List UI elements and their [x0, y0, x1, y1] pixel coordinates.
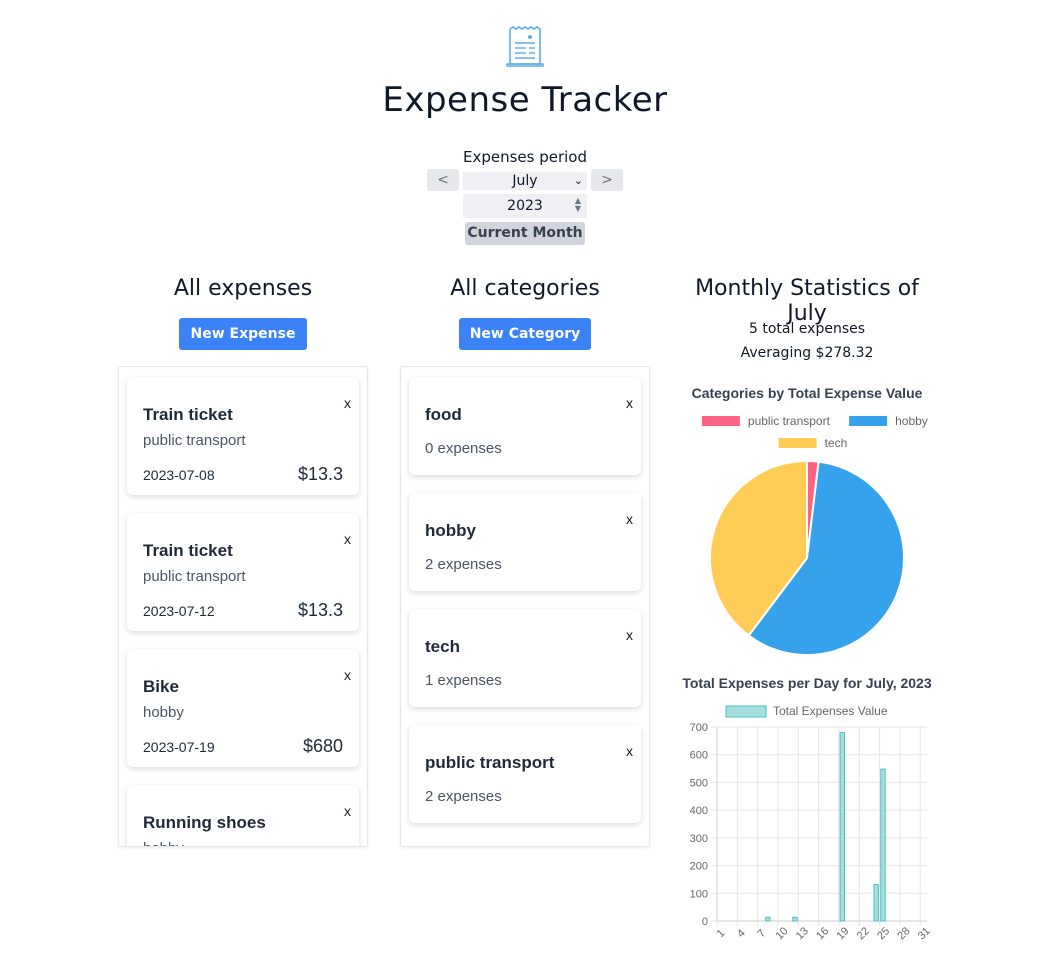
x-tick-label: 31 — [916, 925, 933, 942]
period-label: Expenses period — [462, 148, 588, 166]
x-tick-label: 13 — [794, 925, 811, 942]
x-tick-label: 10 — [773, 925, 790, 942]
x-tick-label: 28 — [895, 925, 912, 942]
delete-category-button[interactable]: x — [626, 743, 633, 759]
expense-date: 2023-07-08 — [143, 467, 215, 483]
x-tick-label: 16 — [814, 925, 831, 942]
expense-name: Train ticket — [143, 405, 233, 424]
total-expenses-text: 5 total expenses — [748, 321, 866, 337]
expense-amount: $13.3 — [297, 464, 343, 484]
expense-card[interactable]: x Train ticket public transport 2023-07-… — [127, 377, 359, 495]
bar — [873, 883, 879, 922]
bar — [765, 916, 771, 922]
categories-list[interactable]: x food 0 expenses x hobby 2 expenses x t… — [400, 366, 650, 847]
expense-card[interactable]: x Running shoes hobby — [127, 785, 359, 846]
y-tick-label: 700 — [690, 722, 708, 734]
delete-expense-button[interactable]: x — [344, 667, 351, 683]
expenses-title: All expenses — [173, 276, 313, 301]
expense-name: Bike — [143, 677, 179, 696]
delete-expense-button[interactable]: x — [344, 531, 351, 547]
expense-date: 2023-07-12 — [143, 603, 215, 619]
y-tick-label: 500 — [690, 777, 708, 789]
expense-date: 2023-07-19 — [143, 739, 215, 755]
receipt-icon — [506, 26, 544, 68]
legend-label: public transport — [748, 414, 831, 428]
category-name: tech — [425, 637, 460, 656]
prev-month-button[interactable]: < — [427, 169, 459, 191]
y-tick-label: 200 — [690, 861, 708, 873]
bar-chart-title: Total Expenses per Day for July, 2023 — [682, 675, 932, 691]
current-month-button[interactable]: Current Month — [465, 222, 585, 245]
legend-swatch — [778, 438, 817, 448]
expense-category: public transport — [143, 432, 246, 449]
bar-chart: Total Expenses Value 0 100 200 300 400 500 600 7… — [690, 704, 933, 942]
spinner-icon[interactable]: ▲ ▼ — [575, 197, 581, 213]
expense-category: public transport — [143, 568, 246, 585]
month-select[interactable]: July ⌄ — [463, 172, 587, 190]
new-category-button[interactable]: New Category — [459, 318, 591, 350]
y-tick-label: 600 — [690, 750, 708, 762]
bar — [839, 732, 846, 922]
category-card[interactable]: x tech 1 expenses — [409, 609, 641, 707]
y-tick-label: 100 — [690, 888, 708, 900]
category-name: public transport — [425, 753, 555, 772]
legend-label: tech — [825, 436, 848, 450]
pie-chart: public transport hobby tech — [701, 414, 928, 656]
legend-swatch — [725, 705, 767, 718]
legend-label: Total Expenses Value — [773, 704, 888, 718]
x-tick-label: 19 — [834, 925, 851, 942]
y-tick-label: 300 — [690, 833, 708, 845]
expense-card[interactable]: x Train ticket public transport 2023-07-… — [127, 513, 359, 631]
legend-swatch — [849, 416, 888, 426]
expense-name: Train ticket — [143, 541, 233, 560]
delete-expense-button[interactable]: x — [344, 803, 351, 819]
legend-swatch — [701, 416, 740, 426]
bar — [792, 916, 798, 922]
delete-category-button[interactable]: x — [626, 395, 633, 411]
y-tick-label: 400 — [690, 805, 708, 817]
x-tick-label: 7 — [755, 927, 768, 940]
expense-card[interactable]: x Bike hobby 2023-07-19 $680 — [127, 649, 359, 767]
delete-category-button[interactable]: x — [626, 511, 633, 527]
app-title: Expense Tracker — [382, 80, 668, 120]
x-tick-label: 1 — [715, 927, 728, 940]
expense-name: Running shoes — [143, 813, 266, 832]
category-count: 1 expenses — [425, 672, 502, 689]
expense-amount: $13.3 — [297, 600, 343, 620]
category-card[interactable]: x public transport 2 expenses — [409, 725, 641, 823]
legend-label: hobby — [895, 414, 928, 428]
category-card[interactable]: x hobby 2 expenses — [409, 493, 641, 591]
category-name: hobby — [425, 521, 476, 540]
delete-expense-button[interactable]: x — [344, 395, 351, 411]
category-name: food — [425, 405, 462, 424]
next-month-button[interactable]: > — [591, 169, 623, 191]
category-count: 2 expenses — [425, 556, 502, 573]
expense-amount: $680 — [302, 736, 343, 756]
category-count: 0 expenses — [425, 440, 502, 457]
expenses-list[interactable]: x Train ticket public transport 2023-07-… — [118, 366, 368, 847]
average-expense-text: Averaging $278.32 — [740, 345, 874, 361]
pie-chart-title: Categories by Total Expense Value — [691, 385, 923, 401]
category-card[interactable]: x food 0 expenses — [409, 377, 641, 475]
expense-category: hobby — [143, 704, 184, 721]
new-expense-button[interactable]: New Expense — [179, 318, 307, 350]
year-input-value: 2023 — [507, 198, 543, 214]
bar — [880, 768, 886, 922]
chevron-down-icon: ⌄ — [573, 174, 583, 187]
y-tick-label: 0 — [702, 916, 708, 928]
x-tick-label: 25 — [875, 925, 892, 942]
x-tick-label: 4 — [735, 927, 748, 940]
x-tick-label: 22 — [855, 925, 872, 942]
delete-category-button[interactable]: x — [626, 627, 633, 643]
month-select-value: July — [512, 173, 538, 189]
expense-category: hobby — [143, 840, 184, 846]
categories-title: All categories — [450, 276, 600, 301]
year-input[interactable]: 2023 ▲ ▼ — [463, 194, 587, 218]
stats-title: Monthly Statistics of July — [695, 276, 919, 326]
category-count: 2 expenses — [425, 788, 502, 805]
